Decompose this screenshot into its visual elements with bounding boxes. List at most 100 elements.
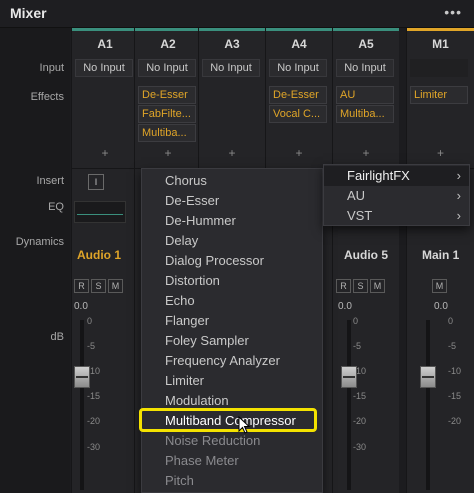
input-selector[interactable]: No Input	[75, 59, 133, 77]
row-labels-column: Input Effects Insert EQ Dynamics dB	[0, 28, 70, 493]
channel-name: A1	[97, 37, 113, 51]
channel-color-bar	[333, 28, 399, 31]
db-tick: -20	[87, 416, 101, 426]
channel-color-bar	[199, 28, 265, 31]
effects-slot-area: AU Multiba...	[333, 86, 399, 144]
insert-row-label: Insert	[36, 175, 64, 187]
track-buttons-audio1: RSM	[74, 276, 125, 294]
track-buttons-main1: M	[432, 276, 449, 294]
input-row-label: Input	[39, 62, 64, 74]
menu-item-phase-meter[interactable]: Phase Meter	[142, 451, 322, 471]
channel-name: A3	[224, 37, 240, 51]
effect-slot[interactable]: Multiba...	[138, 124, 196, 142]
menu-item-delay[interactable]: Delay	[142, 231, 322, 251]
channel-color-bar	[266, 28, 332, 31]
add-effect-button[interactable]: +	[407, 146, 474, 160]
more-options-icon[interactable]: •••	[444, 4, 462, 20]
effects-slot-area: De-Esser Vocal C...	[266, 86, 332, 144]
effect-slot[interactable]: Vocal C...	[269, 105, 327, 123]
input-selector[interactable]: No Input	[138, 59, 196, 77]
effect-slot[interactable]: Multiba...	[336, 105, 394, 123]
chevron-right-icon: ›	[456, 168, 461, 183]
fader-knob[interactable]	[341, 366, 357, 388]
input-selector[interactable]: No Input	[202, 59, 260, 77]
fader-knob[interactable]	[74, 366, 90, 388]
effects-slot-area[interactable]	[72, 86, 138, 144]
menu-item-dialog-processor[interactable]: Dialog Processor	[142, 251, 322, 271]
track-name-main1: Main 1	[422, 248, 460, 262]
add-effect-button[interactable]: +	[135, 146, 201, 160]
menu-item-flanger[interactable]: Flanger	[142, 311, 322, 331]
effects-slot-area[interactable]	[199, 86, 265, 144]
add-effect-button[interactable]: +	[266, 146, 332, 160]
mute-button[interactable]: M	[108, 279, 123, 293]
effects-slot-area: De-Esser FabFilte... Multiba...	[135, 86, 201, 144]
fader-knob[interactable]	[420, 366, 436, 388]
submenu-item-au[interactable]: AU ›	[324, 186, 469, 206]
effect-slot[interactable]: De-Esser	[269, 86, 327, 104]
solo-button[interactable]: S	[91, 279, 106, 293]
menu-item-limiter[interactable]: Limiter	[142, 371, 322, 391]
record-button[interactable]: R	[74, 279, 89, 293]
chevron-right-icon: ›	[456, 208, 461, 223]
db-tick: -10	[87, 366, 101, 376]
plugin-category-submenu: FairlightFX › AU › VST ›	[323, 164, 470, 226]
channel-color-bar	[135, 28, 201, 31]
submenu-item-label: AU	[347, 188, 366, 203]
db-tick: 0	[448, 316, 454, 326]
gain-readout: 0.0	[338, 301, 352, 312]
channel-name: A2	[160, 37, 176, 51]
mute-button[interactable]: M	[432, 279, 447, 293]
menu-item-chorus[interactable]: Chorus	[142, 171, 322, 191]
db-tick: -5	[448, 341, 457, 351]
chevron-right-icon: ›	[456, 188, 461, 203]
submenu-item-label: VST	[347, 208, 373, 223]
channel-color-bar	[407, 28, 474, 31]
menu-item-pitch[interactable]: Pitch	[142, 471, 322, 491]
add-effect-button[interactable]: +	[199, 146, 265, 160]
menu-item-distortion[interactable]: Distortion	[142, 271, 322, 291]
effect-slot[interactable]: Limiter	[410, 86, 468, 104]
db-tick: -20	[353, 416, 367, 426]
db-tick: 0	[353, 316, 359, 326]
db-tick: -30	[87, 442, 101, 452]
plugin-dropdown-menu: Chorus De-Esser De-Hummer Delay Dialog P…	[141, 168, 323, 493]
add-effect-button[interactable]: +	[333, 146, 399, 160]
effects-slot-area: Limiter	[407, 86, 474, 144]
menu-item-noise-reduction[interactable]: Noise Reduction	[142, 431, 322, 451]
menu-item-de-esser[interactable]: De-Esser	[142, 191, 322, 211]
mute-button[interactable]: M	[370, 279, 385, 293]
effect-slot[interactable]: AU	[336, 86, 394, 104]
effect-slot[interactable]: De-Esser	[138, 86, 196, 104]
fader-track	[426, 320, 430, 490]
channel-name: M1	[432, 37, 449, 51]
menu-item-foley-sampler[interactable]: Foley Sampler	[142, 331, 322, 351]
dynamics-row-label: Dynamics	[15, 236, 64, 248]
add-effect-button[interactable]: +	[72, 146, 138, 160]
insert-button[interactable]: I	[88, 174, 104, 190]
strip-divider	[72, 168, 138, 169]
highlight-box	[139, 408, 317, 432]
db-tick: -30	[353, 442, 367, 452]
db-row-label: dB	[50, 331, 64, 343]
submenu-item-vst[interactable]: VST ›	[324, 206, 469, 226]
db-tick: -20	[448, 416, 462, 426]
menu-item-echo[interactable]: Echo	[142, 291, 322, 311]
fader-track	[80, 320, 84, 490]
effect-slot[interactable]: FabFilte...	[138, 105, 196, 123]
gain-readout: 0.0	[434, 301, 448, 312]
window-title: Mixer	[10, 5, 47, 21]
menu-item-de-hummer[interactable]: De-Hummer	[142, 211, 322, 231]
solo-button[interactable]: S	[353, 279, 368, 293]
track-name-audio5: Audio 5	[344, 248, 388, 262]
fader-track	[347, 320, 351, 490]
record-button[interactable]: R	[336, 279, 351, 293]
input-selector[interactable]: No Input	[269, 59, 327, 77]
menu-item-frequency-analyzer[interactable]: Frequency Analyzer	[142, 351, 322, 371]
input-selector[interactable]: No Input	[336, 59, 394, 77]
eq-row-label: EQ	[48, 201, 64, 213]
channel-name: A5	[358, 37, 374, 51]
submenu-item-fairlightfx[interactable]: FairlightFX ›	[324, 166, 469, 186]
eq-thumbnail[interactable]	[74, 201, 126, 223]
gain-readout: 0.0	[74, 301, 88, 312]
